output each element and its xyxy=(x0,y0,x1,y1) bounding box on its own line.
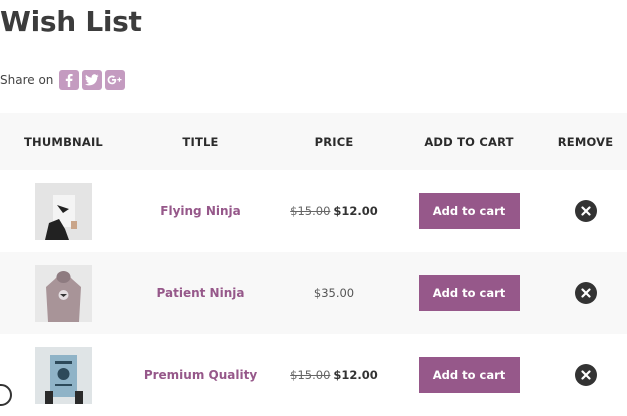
page-title: Wish List xyxy=(0,5,142,38)
wishlist-table: THUMBNAIL TITLE PRICE ADD TO CART REMOVE… xyxy=(0,113,627,416)
price-old: $15.00 xyxy=(290,204,331,218)
product-title-link[interactable]: Flying Ninja xyxy=(160,204,240,218)
add-to-cart-button[interactable]: Add to cart xyxy=(418,275,520,311)
price-value: $35.00 xyxy=(313,286,355,300)
product-title-link[interactable]: Premium Quality xyxy=(144,368,257,382)
remove-icon[interactable] xyxy=(574,364,597,386)
google-plus-icon[interactable] xyxy=(105,70,126,90)
product-price: $15.00 $12.00 xyxy=(290,204,378,218)
add-to-cart-button[interactable]: Add to cart xyxy=(418,357,520,393)
product-price: $35.00 xyxy=(314,286,354,300)
share-label: Share on xyxy=(0,73,54,87)
header-thumbnail: THUMBNAIL xyxy=(24,134,103,149)
price-old: $15.00 xyxy=(290,368,331,382)
product-title-link[interactable]: Patient Ninja xyxy=(157,286,245,300)
header-add-to-cart: ADD TO CART xyxy=(424,134,514,149)
add-to-cart-button[interactable]: Add to cart xyxy=(418,193,520,229)
header-title: TITLE xyxy=(182,134,219,149)
product-thumbnail[interactable] xyxy=(35,264,92,322)
product-price: $15.00 $12.00 xyxy=(290,368,378,382)
table-row: Patient Ninja $35.00 Add to cart xyxy=(0,252,627,334)
header-remove: REMOVE xyxy=(557,134,614,149)
table-row: Flying Ninja $15.00 $12.00 Add to cart xyxy=(0,170,627,252)
header-price: PRICE xyxy=(314,134,354,149)
remove-icon[interactable] xyxy=(574,200,597,222)
table-header: THUMBNAIL TITLE PRICE ADD TO CART REMOVE xyxy=(0,113,627,170)
price-new: $12.00 xyxy=(333,368,378,382)
product-thumbnail[interactable] xyxy=(35,346,92,404)
share-row: Share on xyxy=(0,69,128,91)
remove-icon[interactable] xyxy=(574,282,597,304)
twitter-icon[interactable] xyxy=(82,70,103,90)
facebook-icon[interactable] xyxy=(59,70,80,90)
price-new: $12.00 xyxy=(333,204,378,218)
product-thumbnail[interactable] xyxy=(35,182,92,240)
